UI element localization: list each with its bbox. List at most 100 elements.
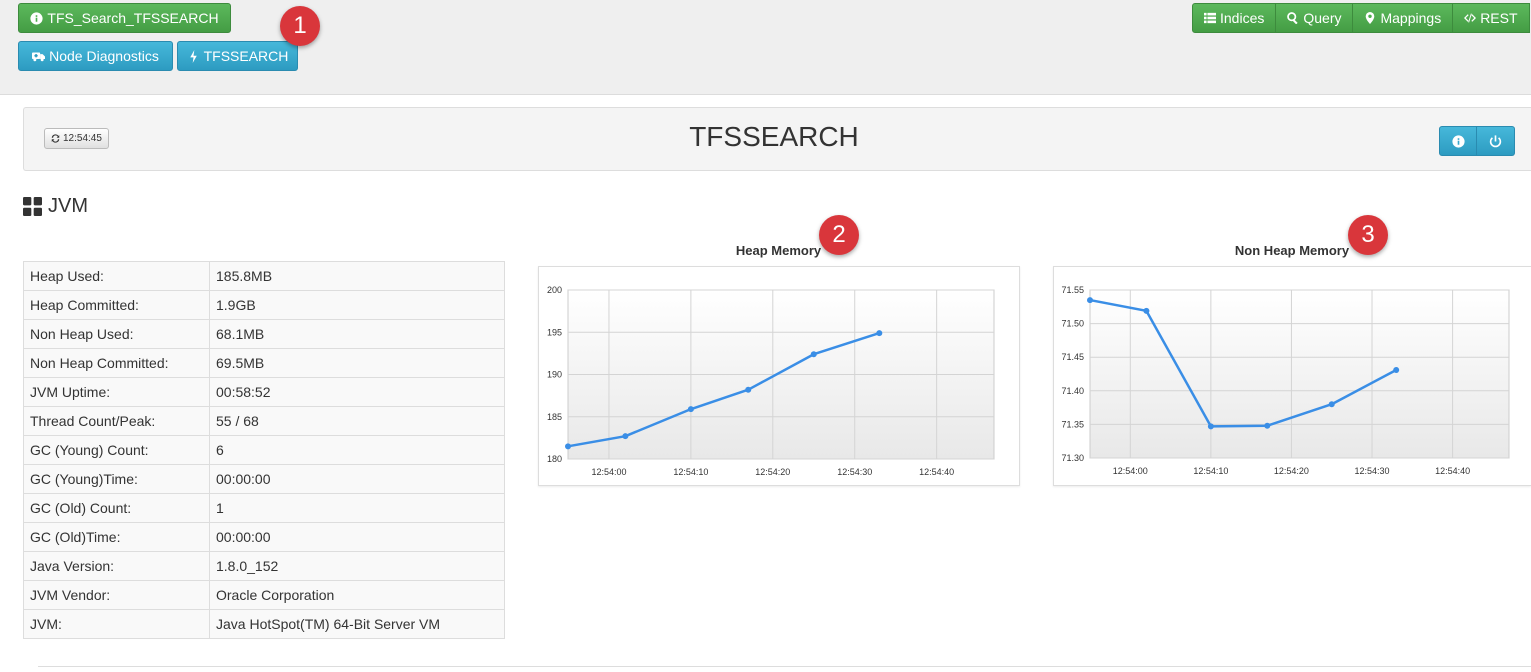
x-tick-label: 12:54:20 — [1274, 466, 1309, 476]
row-value: 00:58:52 — [209, 377, 505, 407]
x-tick-label: 12:54:40 — [919, 467, 954, 477]
list-icon — [1204, 12, 1216, 24]
info-circle-icon — [1451, 134, 1465, 148]
node-diagnostics-label: Node Diagnostics — [49, 48, 159, 64]
data-point[interactable] — [1087, 297, 1093, 304]
table-row: JVM Vendor: Oracle Corporation — [23, 580, 505, 610]
jvm-section-heading: JVM — [23, 195, 88, 218]
data-point[interactable] — [622, 433, 629, 440]
indices-button[interactable]: Indices — [1192, 3, 1277, 33]
x-tick-label: 12:54:10 — [673, 467, 708, 477]
top-bar: TFS_Search_TFSSEARCH Node Diagnostics TF… — [0, 0, 1531, 95]
x-tick-label: 12:54:30 — [1354, 466, 1389, 476]
plot-area — [1089, 289, 1510, 459]
row-value: 1 — [209, 493, 505, 523]
data-point[interactable] — [1264, 422, 1271, 429]
node-button[interactable]: TFSSEARCH — [177, 41, 298, 71]
node-actions — [1439, 126, 1515, 156]
row-value: 00:00:00 — [209, 522, 505, 552]
row-value: Oracle Corporation — [209, 580, 505, 610]
y-tick-label: 71.35 — [1061, 419, 1084, 429]
rest-label: REST — [1480, 10, 1518, 26]
query-button[interactable]: Query — [1276, 3, 1354, 33]
y-tick-label: 71.30 — [1061, 453, 1084, 463]
search-icon — [1287, 12, 1298, 24]
node-shutdown-button[interactable] — [1477, 126, 1515, 156]
y-tick-label: 190 — [547, 370, 562, 380]
cluster-button[interactable]: TFS_Search_TFSSEARCH — [18, 3, 231, 33]
table-row: Non Heap Used: 68.1MB — [23, 319, 505, 349]
y-tick-label: 71.40 — [1061, 386, 1084, 396]
data-point[interactable] — [745, 386, 752, 393]
x-tick-label: 12:54:10 — [1193, 466, 1228, 476]
table-row: Heap Committed: 1.9GB — [23, 290, 505, 320]
row-key: Non Heap Used: — [23, 319, 210, 349]
row-value: 1.8.0_152 — [209, 551, 505, 581]
jvm-info-table: Heap Used: 185.8MB Heap Committed: 1.9GB N… — [23, 261, 505, 639]
row-value: 00:00:00 — [209, 464, 505, 494]
y-tick-label: 71.55 — [1061, 285, 1084, 295]
y-tick-label: 180 — [547, 454, 562, 464]
table-row: Heap Used: 185.8MB — [23, 261, 505, 291]
table-row: Non Heap Committed: 69.5MB — [23, 348, 505, 378]
node-diagnostics-button[interactable]: Node Diagnostics — [18, 41, 173, 71]
info-circle-icon — [30, 11, 43, 25]
row-key: GC (Young)Time: — [23, 464, 210, 494]
nonheap-chart-svg: 71.30 71.35 71.40 71.45 71.50 71.55 12:54:00 12… — [1061, 285, 1510, 476]
data-point[interactable] — [565, 443, 571, 450]
data-point[interactable] — [810, 351, 817, 358]
row-key: GC (Old) Count: — [23, 493, 210, 523]
data-point[interactable] — [1207, 423, 1214, 430]
x-tick-label: 12:54:40 — [1435, 466, 1470, 476]
jvm-section-title: JVM — [48, 195, 88, 217]
node-title: TFSSEARCH — [689, 121, 859, 152]
node-info-button[interactable] — [1439, 126, 1477, 156]
y-tick-label: 71.45 — [1061, 352, 1084, 362]
code-icon — [1464, 13, 1477, 23]
node-header-panel: 12:54:45 TFSSEARCH — [23, 107, 1531, 171]
table-row: GC (Young) Count: 6 — [23, 435, 505, 465]
data-point[interactable] — [1143, 307, 1150, 314]
rest-button[interactable]: REST — [1453, 3, 1530, 33]
table-row: GC (Old) Count: 1 — [23, 493, 505, 523]
row-key: JVM: — [23, 609, 210, 639]
node-button-label: TFSSEARCH — [203, 48, 289, 64]
nonheap-chart-title: Non Heap Memory — [1234, 243, 1350, 258]
y-tick-label: 71.50 — [1061, 319, 1084, 329]
cluster-button-label: TFS_Search_TFSSEARCH — [47, 10, 219, 26]
table-row: JVM: Java HotSpot(TM) 64-Bit Server VM — [23, 609, 505, 639]
x-tick-label: 12:54:00 — [591, 467, 626, 477]
y-tick-label: 195 — [547, 327, 562, 337]
x-tick-label: 12:54:00 — [1113, 466, 1148, 476]
nonheap-chart: 71.30 71.35 71.40 71.45 71.50 71.55 12:54:00 12… — [1053, 266, 1531, 486]
data-point[interactable] — [1393, 366, 1400, 373]
row-value: 68.1MB — [209, 319, 505, 349]
data-point[interactable] — [1328, 401, 1335, 408]
row-value: Java HotSpot(TM) 64-Bit Server VM — [209, 609, 505, 639]
table-row: JVM Uptime: 00:58:52 — [23, 377, 505, 407]
row-key: GC (Old)Time: — [23, 522, 210, 552]
row-value: 185.8MB — [209, 261, 505, 291]
row-key: Non Heap Committed: — [23, 348, 210, 378]
y-tick-label: 185 — [547, 412, 562, 422]
th-large-icon — [23, 197, 42, 216]
row-key: Java Version: — [23, 551, 210, 581]
query-label: Query — [1303, 10, 1342, 26]
data-point[interactable] — [687, 406, 694, 413]
indices-label: Indices — [1220, 10, 1265, 26]
row-key: GC (Young) Count: — [23, 435, 210, 465]
row-value: 55 / 68 — [209, 406, 505, 436]
heap-chart: 180 185 190 195 200 12:54:00 12:54:10 12:54:20 1… — [538, 266, 1020, 486]
table-row: Java Version: 1.8.0_152 — [23, 551, 505, 581]
bottom-divider — [38, 666, 1531, 667]
heap-chart-title: Heap Memory — [735, 243, 822, 258]
x-tick-label: 12:54:30 — [837, 467, 872, 477]
x-tick-label: 12:54:20 — [755, 467, 790, 477]
data-point[interactable] — [876, 330, 883, 337]
row-key: Heap Committed: — [23, 290, 210, 320]
row-key: JVM Vendor: — [23, 580, 210, 610]
y-tick-label: 200 — [547, 285, 562, 295]
mappings-button[interactable]: Mappings — [1353, 3, 1454, 33]
nav-button-group: Indices Query Mappings REST — [1192, 3, 1530, 33]
heap-chart-svg: 180 185 190 195 200 12:54:00 12:54:10 12:54:20 1… — [547, 285, 995, 477]
